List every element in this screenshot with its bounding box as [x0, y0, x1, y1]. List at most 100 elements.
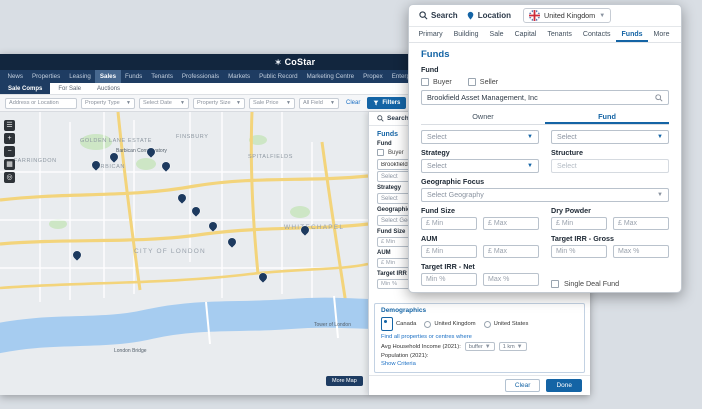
dry-powder-max-input[interactable]: £ Max [613, 217, 669, 230]
chevron-down-icon: ▼ [527, 163, 533, 169]
buyer-checkbox[interactable]: Buyer [377, 149, 404, 156]
aum-min-input[interactable]: £ Min [421, 245, 477, 258]
country-dropdown[interactable]: United Kingdom ▼ [523, 8, 611, 23]
tab-search[interactable]: Search [377, 115, 409, 122]
map-label-district: GOLDEN LANE ESTATE [80, 138, 152, 144]
checkbox-icon [377, 149, 384, 156]
all-field-select[interactable]: All Field▼ [299, 98, 339, 109]
single-deal-fund-checkbox[interactable]: Single Deal Fund [551, 279, 669, 288]
nav-item-leasing[interactable]: Leasing [65, 70, 96, 83]
chevron-down-icon: ▼ [599, 13, 605, 19]
tab-more[interactable]: More [648, 27, 675, 42]
zoom-in-button[interactable]: + [4, 133, 15, 144]
irr-net-min-input[interactable]: Min % [421, 273, 477, 286]
fund-search-input[interactable]: Brookfield Asset Management, Inc [421, 90, 669, 105]
nav-item-propex[interactable]: Propex [359, 70, 388, 83]
irr-net-max-input[interactable]: Max % [483, 273, 539, 286]
fund-size-min-input[interactable]: £ Min [421, 217, 477, 230]
chevron-down-icon: ▼ [657, 134, 663, 140]
chevron-down-icon: ▼ [527, 134, 533, 140]
nav-item-sales[interactable]: Sales [95, 70, 120, 83]
address-input[interactable]: Address or Location [5, 98, 77, 109]
funds-heading: Funds [421, 49, 669, 60]
aum-max-input[interactable]: £ Max [483, 245, 539, 258]
target-irr-net-label: Target IRR - Net [421, 262, 539, 271]
subnav-for-sale[interactable]: For Sale [50, 83, 89, 94]
show-criteria-link[interactable]: Show Criteria [381, 361, 578, 367]
tab-capital[interactable]: Capital [509, 27, 542, 42]
buyer-checkbox[interactable]: Buyer [421, 77, 452, 86]
tab-contacts[interactable]: Contacts [577, 27, 616, 42]
radio-icon [424, 321, 431, 328]
map-menu-button[interactable]: ☰ [4, 120, 15, 131]
irr-gross-max-input[interactable]: Max % [613, 245, 669, 258]
chevron-down-icon: ▼ [180, 100, 185, 106]
more-map-button[interactable]: More Map [326, 376, 363, 386]
structure-select[interactable]: Select [551, 159, 669, 173]
tab-primary[interactable]: Primary [413, 27, 448, 42]
fund-select-right[interactable]: Select▼ [551, 130, 669, 144]
tab-building[interactable]: Building [448, 27, 484, 42]
checkbox-icon [551, 280, 559, 288]
tab-owner[interactable]: Owner [421, 110, 545, 124]
location-pin-icon [466, 11, 475, 20]
desktop: ✶ CoStar News Properties Leasing Sales F… [0, 0, 702, 409]
tab-tenants[interactable]: Tenants [542, 27, 578, 42]
sale-price-select[interactable]: Sale Price▼ [249, 98, 295, 109]
zoom-out-button[interactable]: − [4, 146, 15, 157]
tab-funds[interactable]: Funds [616, 27, 648, 42]
nav-item-properties[interactable]: Properties [27, 70, 64, 83]
demographics-heading: Demographics [381, 307, 578, 314]
nav-item-news[interactable]: News [3, 70, 27, 83]
chevron-down-icon: ▼ [236, 100, 241, 106]
nav-item-professionals[interactable]: Professionals [177, 70, 223, 83]
country-radio-united-states[interactable]: United States [484, 321, 529, 328]
nav-item-tenants[interactable]: Tenants [147, 70, 178, 83]
seller-checkbox[interactable]: Seller [468, 77, 498, 86]
dry-powder-min-input[interactable]: £ Min [551, 217, 607, 230]
population-label: Population (2021): [381, 353, 428, 359]
nav-item-funds[interactable]: Funds [121, 70, 147, 83]
buffer-select[interactable]: buffer▼ [465, 342, 495, 351]
property-type-select[interactable]: Property Type▼ [81, 98, 135, 109]
funds-search-overlay: Search Location United Kingdom ▼ [408, 4, 682, 293]
demographics-section: Demographics Canada United Kingdom Unite… [374, 303, 585, 373]
map-label-district: WHITECHAPEL [284, 224, 344, 231]
map-controls: ☰ + − ▦ ◎ [4, 120, 15, 183]
fund-label: Fund [421, 65, 669, 74]
subnav-sale-comps[interactable]: Sale Comps [0, 83, 50, 94]
tab-fund[interactable]: Fund [545, 110, 669, 124]
clear-filters-link[interactable]: Clear [346, 100, 360, 106]
map-locate-button[interactable]: ◎ [4, 172, 15, 183]
irr-gross-min-input[interactable]: Min % [551, 245, 607, 258]
search-icon [377, 115, 384, 122]
fund-size-max-input[interactable]: £ Max [483, 217, 539, 230]
fund-select-left[interactable]: Select▼ [421, 130, 539, 144]
tab-search[interactable]: Search [419, 11, 458, 20]
subnav-auctions[interactable]: Auctions [89, 83, 128, 94]
costar-logo-icon: ✶ [275, 58, 282, 67]
country-radio-canada[interactable]: Canada [381, 317, 416, 331]
nav-item-marketing-centre[interactable]: Marketing Centre [302, 70, 358, 83]
strategy-select[interactable]: Select▼ [421, 159, 539, 173]
strategy-label: Strategy [421, 148, 539, 157]
geography-select[interactable]: Select Geography▼ [421, 188, 669, 202]
tab-sale[interactable]: Sale [484, 27, 509, 42]
owner-fund-tabs: Owner Fund [421, 110, 669, 125]
funnel-icon [373, 100, 379, 106]
chevron-down-icon: ▼ [286, 100, 291, 106]
structure-label: Structure [551, 148, 669, 157]
country-radio-united-kingdom[interactable]: United Kingdom [424, 321, 475, 328]
tab-location[interactable]: Location [466, 11, 511, 20]
nav-item-markets[interactable]: Markets [224, 70, 255, 83]
clear-button[interactable]: Clear [505, 379, 541, 392]
filters-button[interactable]: Filters [367, 97, 406, 109]
date-select[interactable]: Select Date▼ [139, 98, 189, 109]
nav-item-public-record[interactable]: Public Record [255, 70, 303, 83]
dry-powder-label: Dry Powder [551, 206, 669, 215]
radius-select[interactable]: 1 km▼ [499, 342, 527, 351]
map-layers-button[interactable]: ▦ [4, 159, 15, 170]
find-properties-link[interactable]: Find all properties or centres where [381, 334, 578, 340]
done-button[interactable]: Done [546, 379, 582, 392]
property-size-select[interactable]: Property Size▼ [193, 98, 245, 109]
